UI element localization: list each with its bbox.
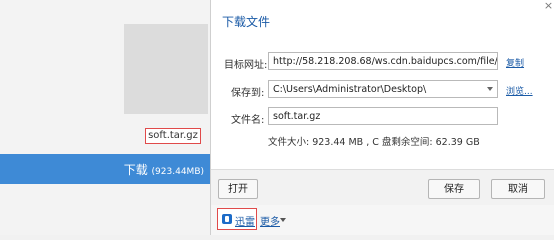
download-label: 下载 xyxy=(123,163,148,177)
url-field[interactable]: http://58.218.208.68/ws.cdn.baidupcs.com… xyxy=(268,52,498,70)
saveto-value: C:\Users\Administrator\Desktop\ xyxy=(273,84,427,95)
chevron-down-icon xyxy=(487,87,493,91)
url-label: 目标网址: xyxy=(224,60,268,71)
dialog-title: 下载文件 xyxy=(222,15,271,29)
filename-label: 文件名: xyxy=(231,115,265,126)
close-icon[interactable]: × xyxy=(543,0,554,12)
cancel-button[interactable]: 取消 xyxy=(491,179,545,199)
open-button[interactable]: 打开 xyxy=(218,179,258,199)
more-link[interactable]: 更多 xyxy=(260,213,280,228)
caret-down-icon[interactable] xyxy=(280,218,286,222)
file-name-label: soft.tar.gz xyxy=(145,128,201,144)
saveto-label: 保存到: xyxy=(231,88,265,99)
download-size: (923.44MB) xyxy=(151,167,204,177)
file-size-info: 文件大小: 923.44 MB , C 盘剩余空间: 62.39 GB xyxy=(268,137,480,148)
download-button[interactable]: 下载 (923.44MB) xyxy=(0,154,212,184)
file-preview-image xyxy=(124,24,208,114)
xunlei-label: 迅雷 xyxy=(235,217,255,228)
saveto-select[interactable]: C:\Users\Administrator\Desktop\ xyxy=(268,80,498,98)
copy-link[interactable]: 复制 xyxy=(506,56,524,69)
xunlei-button[interactable]: 迅雷 xyxy=(217,208,257,230)
save-button[interactable]: 保存 xyxy=(428,179,480,199)
browse-link[interactable]: 浏览... xyxy=(506,84,533,97)
filename-input[interactable]: soft.tar.gz xyxy=(268,107,498,125)
xunlei-icon xyxy=(222,214,232,224)
